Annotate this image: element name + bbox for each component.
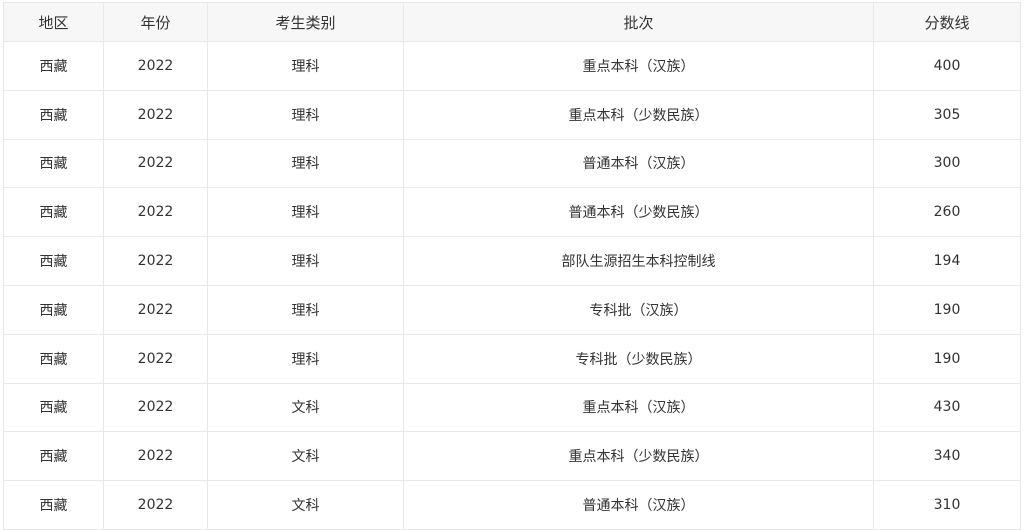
cell-category: 理科 [207, 284, 404, 335]
table-row: 西藏 2022 文科 重点本科（汉族） 430 [3, 382, 1021, 433]
table-row: 西藏 2022 理科 重点本科（少数民族） 305 [3, 89, 1021, 140]
cell-year: 2022 [103, 138, 208, 189]
cell-region: 西藏 [3, 382, 104, 433]
cell-score: 260 [873, 187, 1021, 238]
cell-score: 400 [873, 41, 1021, 91]
header-region: 地区 [3, 2, 104, 42]
header-row: 地区 年份 考生类别 批次 分数线 [3, 2, 1021, 42]
cell-category: 文科 [207, 382, 404, 433]
table-row: 西藏 2022 理科 部队生源招生本科控制线 194 [3, 236, 1021, 286]
cell-category: 理科 [207, 187, 404, 238]
table-row: 西藏 2022 文科 重点本科（少数民族） 340 [3, 431, 1021, 482]
table-header: 地区 年份 考生类别 批次 分数线 [3, 2, 1021, 42]
cell-category: 文科 [207, 480, 404, 530]
score-line-table: 地区 年份 考生类别 批次 分数线 西藏 2022 理科 重点本科（汉族） 40… [3, 2, 1021, 530]
cell-year: 2022 [103, 382, 208, 433]
cell-region: 西藏 [3, 284, 104, 335]
cell-category: 理科 [207, 89, 404, 140]
cell-year: 2022 [103, 41, 208, 91]
cell-year: 2022 [103, 480, 208, 530]
table-row: 西藏 2022 文科 普通本科（汉族） 310 [3, 480, 1021, 530]
cell-batch: 普通本科（汉族） [403, 138, 874, 189]
cell-region: 西藏 [3, 89, 104, 140]
cell-score: 305 [873, 89, 1021, 140]
header-category: 考生类别 [207, 2, 404, 42]
cell-category: 理科 [207, 138, 404, 189]
cell-region: 西藏 [3, 138, 104, 189]
cell-batch: 普通本科（少数民族） [403, 187, 874, 238]
cell-year: 2022 [103, 284, 208, 335]
cell-batch: 专科批（汉族） [403, 284, 874, 335]
cell-batch: 重点本科（汉族） [403, 382, 874, 433]
cell-region: 西藏 [3, 480, 104, 530]
header-year: 年份 [103, 2, 208, 42]
table-row: 西藏 2022 理科 重点本科（汉族） 400 [3, 41, 1021, 91]
header-score: 分数线 [873, 2, 1021, 42]
cell-batch: 重点本科（少数民族） [403, 431, 874, 482]
table-row: 西藏 2022 理科 专科批（汉族） 190 [3, 284, 1021, 335]
cell-region: 西藏 [3, 333, 104, 384]
score-table-container: 地区 年份 考生类别 批次 分数线 西藏 2022 理科 重点本科（汉族） 40… [3, 2, 1021, 530]
cell-batch: 重点本科（汉族） [403, 41, 874, 91]
cell-score: 340 [873, 431, 1021, 482]
cell-year: 2022 [103, 431, 208, 482]
table-row: 西藏 2022 理科 普通本科（少数民族） 260 [3, 187, 1021, 238]
cell-region: 西藏 [3, 431, 104, 482]
cell-year: 2022 [103, 333, 208, 384]
table-row: 西藏 2022 理科 普通本科（汉族） 300 [3, 138, 1021, 189]
cell-score: 194 [873, 236, 1021, 286]
cell-batch: 专科批（少数民族） [403, 333, 874, 384]
cell-year: 2022 [103, 89, 208, 140]
cell-category: 理科 [207, 41, 404, 91]
cell-batch: 普通本科（汉族） [403, 480, 874, 530]
cell-batch: 部队生源招生本科控制线 [403, 236, 874, 286]
cell-category: 理科 [207, 333, 404, 384]
cell-score: 190 [873, 333, 1021, 384]
cell-score: 310 [873, 480, 1021, 530]
cell-category: 理科 [207, 236, 404, 286]
table-body: 西藏 2022 理科 重点本科（汉族） 400 西藏 2022 理科 重点本科（… [3, 41, 1021, 530]
cell-category: 文科 [207, 431, 404, 482]
cell-score: 300 [873, 138, 1021, 189]
cell-year: 2022 [103, 187, 208, 238]
cell-score: 430 [873, 382, 1021, 433]
cell-region: 西藏 [3, 236, 104, 286]
cell-score: 190 [873, 284, 1021, 335]
cell-batch: 重点本科（少数民族） [403, 89, 874, 140]
cell-year: 2022 [103, 236, 208, 286]
header-batch: 批次 [403, 2, 874, 42]
cell-region: 西藏 [3, 187, 104, 238]
cell-region: 西藏 [3, 41, 104, 91]
table-row: 西藏 2022 理科 专科批（少数民族） 190 [3, 333, 1021, 384]
